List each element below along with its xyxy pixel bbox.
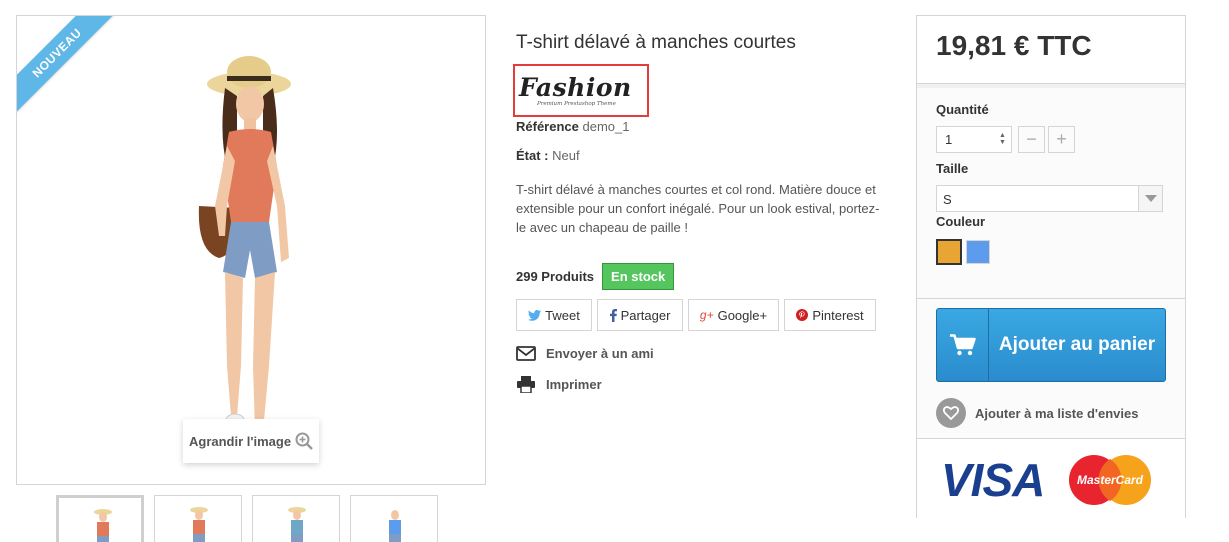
shopping-cart-icon (949, 334, 976, 356)
price-zone: 19,81 € TTC (917, 16, 1185, 84)
share-label: Partager (620, 307, 671, 323)
twitter-icon (528, 309, 542, 321)
size-label: Taille (936, 161, 969, 176)
product-main-image[interactable]: NOUVEAU Agrandir l'image (16, 15, 486, 485)
condition-label: État : (516, 148, 549, 163)
add-to-cart-label: Ajouter au panier (998, 334, 1156, 355)
availability: 299 Produits En stock (516, 263, 675, 290)
facebook-share-button[interactable]: Partager (597, 299, 683, 331)
tweet-label: Tweet (545, 307, 580, 323)
print-link[interactable]: Imprimer (516, 376, 602, 393)
color-swatch-blue[interactable] (966, 240, 990, 264)
buy-box: 19,81 € TTC Quantité 1 ▲ ▼ − + Taille S C… (916, 15, 1186, 518)
product-price: 19,81 € TTC (936, 30, 1092, 61)
pinterest-label: Pinterest (812, 307, 864, 323)
social-sharing: Tweet Partager g+ Google+ Pinterest (516, 299, 876, 331)
quantity-input[interactable]: 1 ▲ ▼ (936, 126, 1012, 153)
stock-badge: En stock (602, 263, 675, 290)
printer-icon (517, 376, 535, 393)
reference-value: demo_1 (582, 119, 630, 134)
google-plus-icon: g+ (699, 308, 714, 322)
thumbnail-4[interactable] (350, 495, 438, 542)
mastercard-text: MasterCard (1077, 473, 1144, 487)
thumbnail-2[interactable] (154, 495, 242, 542)
add-to-cart-button[interactable]: Ajouter au panier (936, 308, 1166, 382)
quantity-increase-button[interactable]: + (1048, 126, 1075, 153)
pinterest-button[interactable]: Pinterest (784, 299, 876, 331)
thumbnail-photo (288, 507, 306, 542)
visa-logo: VISA (941, 454, 1045, 506)
zoom-in-icon (295, 432, 313, 450)
chevron-down-icon[interactable] (1138, 186, 1162, 211)
color-swatch-orange[interactable] (936, 239, 962, 265)
product-title: T-shirt délavé à manches courtes (516, 32, 796, 53)
thumbnail-1[interactable] (56, 495, 144, 542)
size-select[interactable]: S (936, 185, 1163, 212)
brand-name: Fashion (519, 73, 632, 102)
thumbnail-photo (94, 509, 112, 542)
quantity-spinner-icon[interactable]: ▲ ▼ (999, 132, 1007, 146)
brand-logo[interactable]: Fashion Premium Prestashop Theme (513, 64, 649, 117)
thumbnail-list (56, 495, 438, 542)
new-ribbon: NOUVEAU (17, 16, 116, 112)
brand-tagline: Premium Prestashop Theme (537, 101, 616, 107)
product-photo (198, 56, 291, 443)
heart-icon (936, 398, 966, 428)
product-condition: État : Neuf (516, 148, 580, 163)
send-to-friend-label: Envoyer à un ami (546, 346, 654, 361)
facebook-icon (609, 308, 617, 322)
send-to-friend-link[interactable]: Envoyer à un ami (516, 346, 654, 361)
payment-logos: VISA MasterCard (917, 438, 1185, 518)
enlarge-image-label: Agrandir l'image (189, 433, 292, 449)
quantity-decrease-button[interactable]: − (1018, 126, 1045, 153)
reference-label: Référence (516, 119, 579, 134)
wishlist-label: Ajouter à ma liste d'envies (975, 405, 1139, 421)
google-plus-label: Google+ (717, 307, 768, 323)
quantity-value: 1 (945, 132, 953, 147)
add-to-wishlist-link[interactable]: Ajouter à ma liste d'envies (936, 398, 1138, 428)
cart-icon-wrap (937, 309, 989, 381)
tweet-button[interactable]: Tweet (516, 299, 592, 331)
google-plus-button[interactable]: g+ Google+ (688, 299, 779, 331)
product-quantity: 299 Produits (516, 269, 595, 284)
quantity-label: Quantité (936, 102, 989, 117)
thumbnail-photo (389, 510, 401, 542)
pinterest-icon (796, 309, 809, 321)
color-label: Couleur (936, 214, 986, 229)
print-label: Imprimer (546, 377, 602, 392)
condition-value: Neuf (552, 148, 580, 163)
thumbnail-photo (190, 507, 208, 542)
enlarge-image-button[interactable]: Agrandir l'image (183, 419, 319, 463)
envelope-icon (516, 346, 536, 361)
product-options: Quantité 1 ▲ ▼ − + Taille S Couleur (917, 84, 1185, 298)
product-reference: Référence demo_1 (516, 119, 629, 134)
thumbnail-3[interactable] (252, 495, 340, 542)
size-value: S (943, 192, 952, 207)
mastercard-logo: MasterCard (1069, 455, 1151, 505)
product-description: T-shirt délavé à manches courtes et col … (516, 182, 880, 235)
cart-zone: Ajouter au panier Ajouter à ma liste d'e… (917, 298, 1185, 438)
